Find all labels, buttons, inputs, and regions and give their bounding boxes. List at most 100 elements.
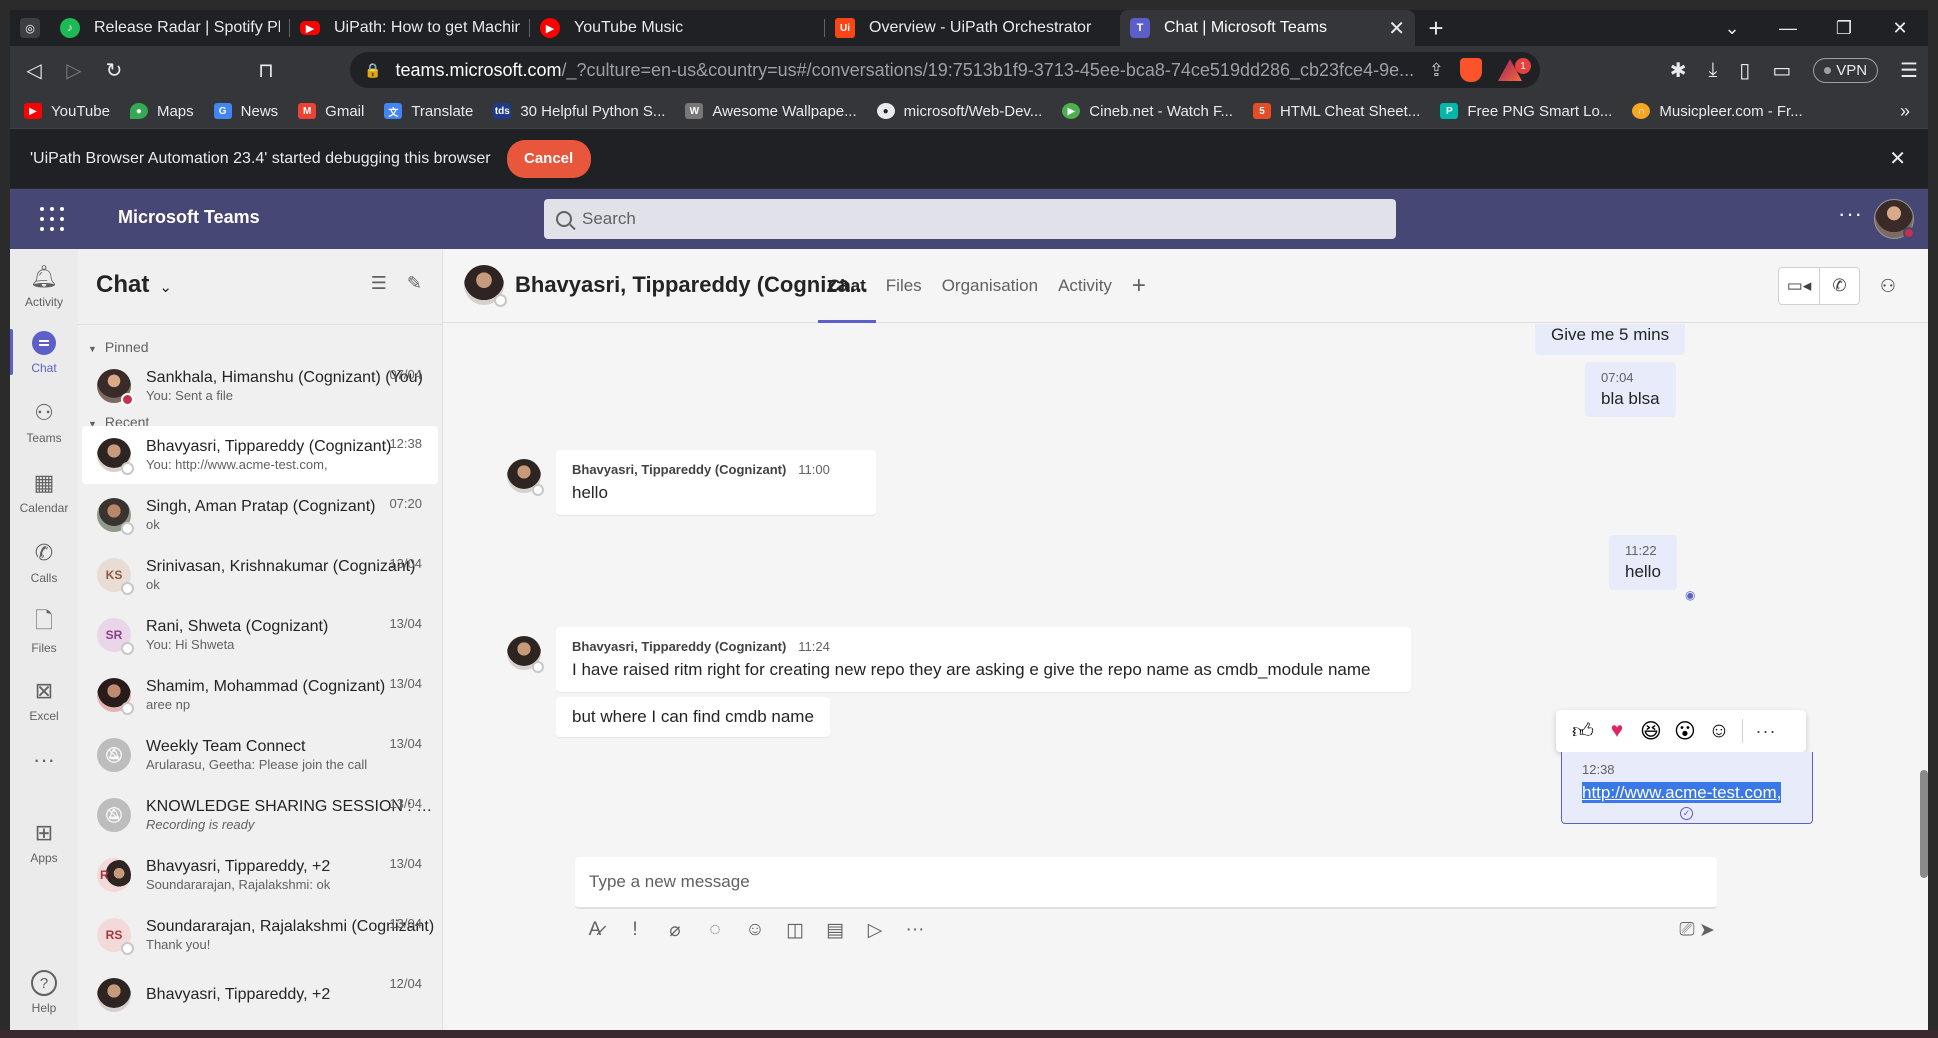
restore-icon[interactable]: ❐ [1816,10,1872,46]
message-compose-input[interactable]: Type a new message [575,857,1717,909]
rail-item-apps[interactable]: ⊞ Apps [10,809,78,875]
browser-tab-teams[interactable]: T Chat | Microsoft Teams ✕ [1120,10,1415,46]
my-message[interactable]: 11:22 hello [1609,535,1677,590]
lock-icon[interactable]: 🔒 [364,62,381,79]
received-message[interactable]: but where I can find cmdb name [556,697,830,737]
cancel-debugging-button[interactable]: Cancel [506,139,591,178]
chat-list-item[interactable]: R Bhavyasri, Tippareddy, +2 Soundararaja… [82,846,438,904]
sticker-icon[interactable]: ◫ [775,919,815,942]
rail-item-files[interactable]: 🗋 Files [10,599,78,665]
close-window-icon[interactable]: ✕ [1872,10,1928,46]
add-people-icon[interactable]: ⚇ [1868,267,1908,305]
browser-menu-tab[interactable]: ◎ [10,10,50,46]
rail-item-teams[interactable]: ⚇ Teams [10,389,78,455]
bookmark-news[interactable]: G News [213,103,278,120]
format-icon[interactable]: A̷ [575,919,615,941]
rail-item-help[interactable]: ? Help [10,959,78,1025]
chat-list-item[interactable]: Bhavyasri, Tippareddy, +2 12/04 [82,966,438,1024]
extensions-icon[interactable]: ✱ [1670,58,1687,83]
chat-list-item[interactable]: SR Rani, Shweta (Cognizant) You: Hi Shwe… [82,606,438,664]
message-more-icon[interactable]: ··· [1749,714,1783,748]
share-icon[interactable]: ⇪ [1429,60,1444,81]
chat-list-item[interactable]: RS Soundararajan, Rajalakshmi (Cognizant… [82,906,438,964]
tab-organisation[interactable]: Organisation [932,249,1048,323]
bookmark-html[interactable]: 5 HTML Cheat Sheet... [1252,103,1420,120]
download-icon[interactable]: ⤓ [1708,59,1717,82]
chat-list-title[interactable]: Chat ⌄ [96,271,172,299]
sender-avatar[interactable] [507,636,544,673]
browser-tab-orchestrator[interactable]: Ui Overview - UiPath Orchestrator [825,10,1120,46]
close-infobar-icon[interactable]: ✕ [1889,146,1906,171]
my-message[interactable]: 07:04 bla blsa [1585,362,1676,417]
bookmark-music[interactable]: ∩ Musicpleer.com - Fr... [1632,103,1803,120]
bookmark-wallpaper[interactable]: W Awesome Wallpape... [685,103,857,120]
filter-icon[interactable]: ☰ [371,273,387,294]
rail-item-activity[interactable]: 🔔︎ Activity [10,253,78,319]
brave-shields-icon[interactable] [1460,58,1482,82]
new-chat-icon[interactable]: ✎ [407,273,422,294]
priority-icon[interactable]: ! [615,919,655,941]
video-clip-icon[interactable]: ⎚ [1677,919,1697,941]
sidebar-icon[interactable]: ▯ [1739,58,1750,83]
pinned-section-header[interactable]: ▼ Pinned [88,339,149,355]
surprised-reaction-icon[interactable]: 😮︎ [1668,714,1702,748]
avatar[interactable] [464,265,507,307]
address-bar[interactable]: 🔒 teams.microsoft.com/_?culture=en-us&co… [350,52,1540,88]
new-tab-button[interactable]: + [1415,10,1457,46]
app-launcher-icon[interactable] [40,207,64,231]
rail-item-calls[interactable]: ✆ Calls [10,529,78,595]
my-message[interactable]: Give me 5 mins [1535,324,1686,355]
tab-chat[interactable]: Chat [818,249,876,323]
chat-list-item[interactable]: Singh, Aman Pratap (Cognizant) ok 07:20 [82,486,438,544]
tab-search-icon[interactable]: ⌄ [1704,10,1760,46]
rail-item-calendar[interactable]: ▦ Calendar [10,459,78,525]
rail-item-excel[interactable]: ⊠ Excel [10,667,78,733]
wallet-icon[interactable]: ▭ [1772,58,1791,83]
add-reaction-icon[interactable]: ☺ [1702,714,1736,748]
minimize-icon[interactable]: — [1760,10,1816,46]
search-input[interactable]: Search [544,199,1396,239]
more-actions-icon[interactable]: ··· [895,919,935,941]
add-tab-icon[interactable]: + [1122,249,1156,323]
send-icon[interactable]: ➤ [1697,919,1717,942]
sender-avatar[interactable] [507,459,544,496]
heart-reaction-icon[interactable]: ♥ [1600,714,1634,748]
bookmarks-overflow-icon[interactable]: » [1900,101,1910,122]
received-message[interactable]: Bhavyasri, Tippareddy (Cognizant) 11:00 h… [556,450,876,515]
url-text[interactable]: teams.microsoft.com/_?culture=en-us&coun… [395,60,1428,81]
bookmark-github[interactable]: ● microsoft/Web-Dev... [876,103,1042,120]
message-link[interactable]: http://www.acme-test.com, [1582,782,1782,803]
more-options-icon[interactable]: ··· [1838,201,1863,227]
vpn-button[interactable]: VPN [1813,57,1879,83]
chat-list-item[interactable]: 🔕︎ Weekly Team Connect Arularasu, Geetha… [82,726,438,784]
scrollbar[interactable] [1920,770,1928,878]
browser-tab-spotify[interactable]: ♪ Release Radar | Spotify Playlist [50,10,290,46]
profile-avatar[interactable] [1874,199,1915,239]
reload-icon[interactable]: ↻ [94,50,134,90]
browser-tab-youtube-music[interactable]: ▶ YouTube Music [530,10,825,46]
bookmark-youtube[interactable]: ▶ YouTube [24,103,110,120]
audio-call-icon[interactable]: ✆ [1819,268,1859,304]
attach-icon[interactable]: ⌀ [655,919,695,942]
forward-icon[interactable]: ▷ [54,50,94,90]
tab-files[interactable]: Files [876,249,932,323]
loop-icon[interactable]: ◌ [695,919,735,941]
chat-list-item[interactable]: Shamim, Mohammad (Cognizant) aree np 13/… [82,666,438,724]
stream-icon[interactable]: ▷ [855,919,895,942]
video-call-icon[interactable]: ▭◂ [1779,268,1819,304]
chat-list-item[interactable]: KS Srinivasan, Krishnakumar (Cognizant) … [82,546,438,604]
schedule-meeting-icon[interactable]: ▤ [815,919,855,942]
laugh-reaction-icon[interactable]: 😆︎ [1634,714,1668,748]
chat-list-item[interactable]: 🔕︎ KNOWLEDGE SHARING SESSION : Exc... Re… [82,786,438,844]
rail-item-chat[interactable]: Chat [10,319,78,385]
bookmark-png[interactable]: P Free PNG Smart Lo... [1440,103,1612,120]
browser-tab-youtube[interactable]: ▶ UiPath: How to get Machine Key - You [290,10,530,46]
bookmark-icon[interactable]: ⊓ [246,50,286,90]
close-tab-icon[interactable]: ✕ [1388,16,1405,41]
bookmark-python[interactable]: tds 30 Helpful Python S... [493,103,665,120]
back-icon[interactable]: ◁ [14,50,54,90]
conversation-title[interactable]: Bhavyasri, Tippareddy (Cogniza... [515,272,868,298]
emoji-icon[interactable]: ☺ [735,919,775,941]
bookmark-gmail[interactable]: M Gmail [298,103,364,120]
rail-more-apps[interactable]: ··· [10,729,78,795]
